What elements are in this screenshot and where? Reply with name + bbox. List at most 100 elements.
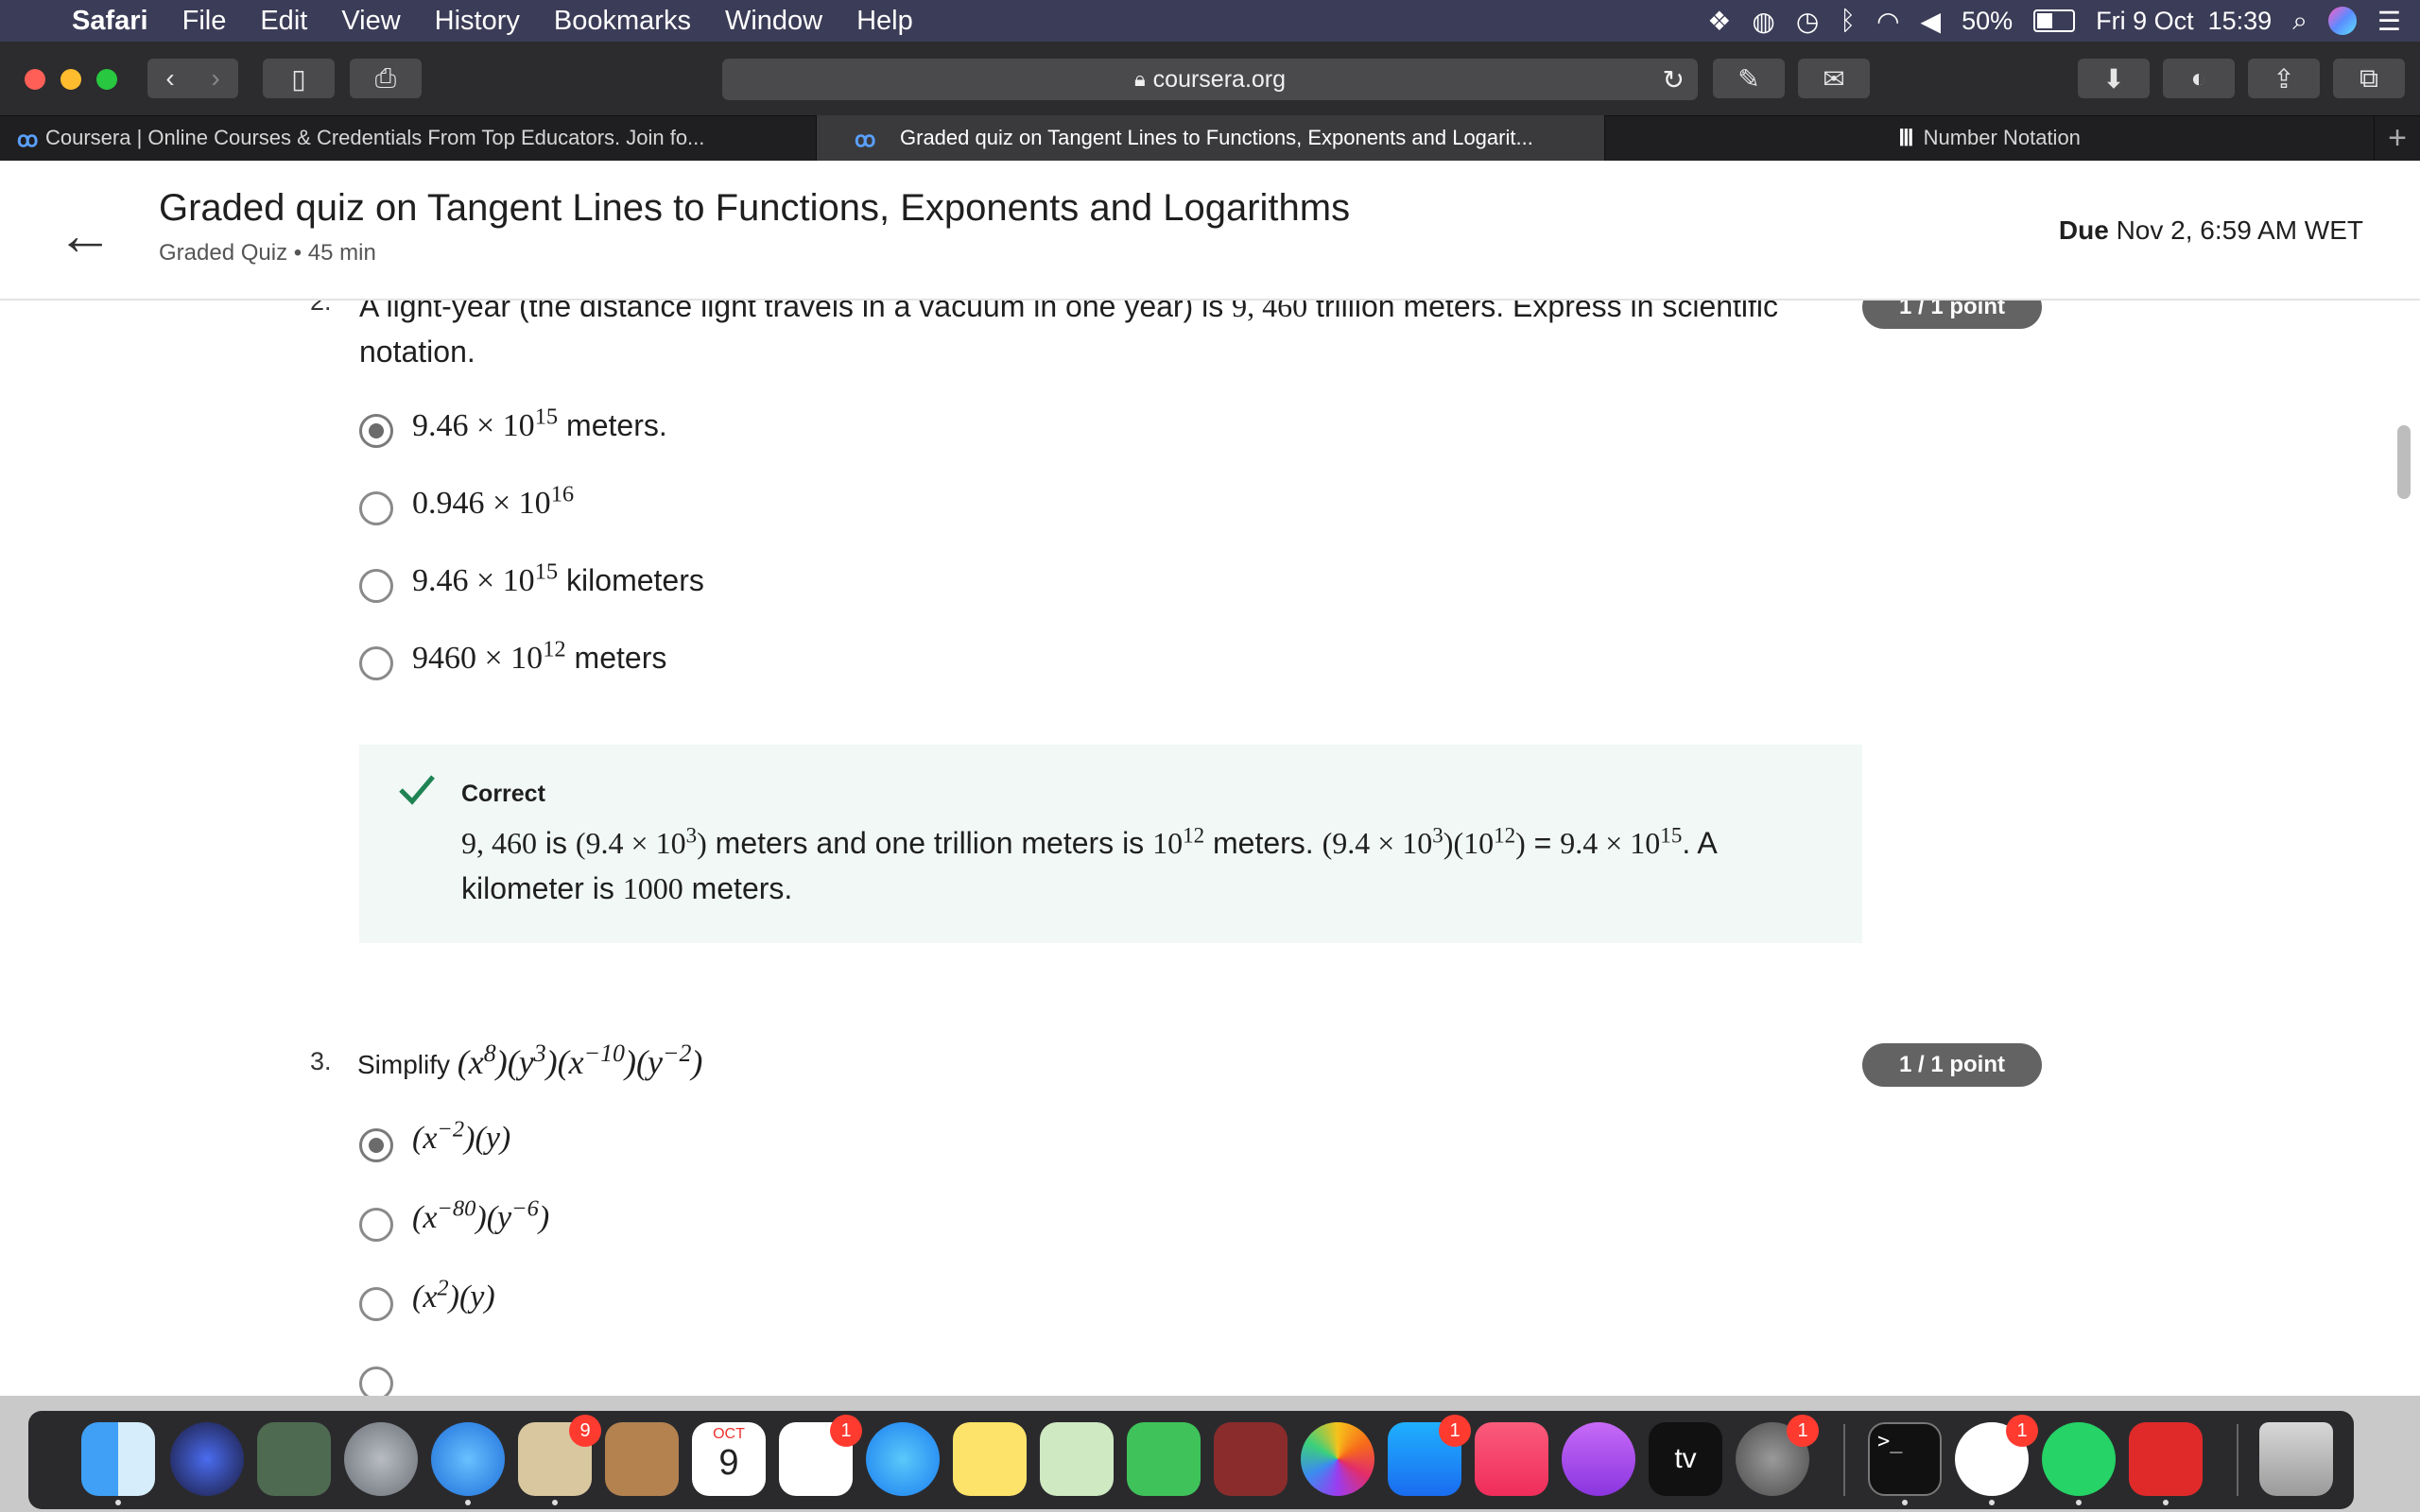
menu-file[interactable]: File — [182, 6, 227, 37]
page-scrollbar-thumb[interactable] — [2397, 425, 2411, 499]
sidebar-toggle-button[interactable]: ▯ — [263, 59, 335, 98]
music-icon[interactable] — [1475, 1422, 1548, 1496]
launchpad-icon[interactable] — [344, 1422, 418, 1496]
feedback-text: = — [1525, 826, 1561, 860]
tab-overview-button[interactable]: ⧉ — [2333, 59, 2405, 98]
battery-percent[interactable]: 50% — [1962, 7, 2013, 36]
new-tab-button[interactable]: + — [2375, 115, 2420, 161]
option-radio[interactable] — [359, 491, 393, 525]
privacy-button[interactable]: ◐ — [2163, 59, 2235, 98]
menu-bookmarks[interactable]: Bookmarks — [554, 6, 691, 37]
acrobat-icon[interactable] — [2129, 1422, 2203, 1496]
menu-bar: Safari File Edit View History Bookmarks … — [0, 0, 2420, 42]
photos-icon[interactable] — [1301, 1422, 1374, 1496]
menu-history[interactable]: History — [435, 6, 520, 37]
dock-separator — [2237, 1424, 2238, 1496]
running-indicator — [2076, 1500, 2082, 1505]
option-label[interactable]: 9460 × 1012 meters — [412, 638, 666, 677]
chevron-right-icon[interactable]: › — [193, 63, 238, 94]
option-label[interactable]: (x2)(y) — [412, 1277, 495, 1315]
finder-icon[interactable] — [81, 1422, 155, 1496]
option-label[interactable]: (x−80)(y−6) — [412, 1197, 549, 1236]
globe-icon[interactable]: ◍ — [1752, 6, 1774, 37]
math-expression: (x8)(y3)(x−10)(y−2) — [458, 1041, 703, 1081]
close-window-button[interactable] — [25, 69, 45, 90]
downloads-button[interactable]: ⬇ — [2078, 59, 2150, 98]
option-label[interactable]: (x−2)(y) — [412, 1118, 510, 1157]
option-radio[interactable] — [359, 414, 393, 448]
due-date: Due Nov 2, 6:59 AM WET — [2059, 215, 2363, 246]
option-label[interactable]: 9.46 × 1015 meters. — [412, 405, 667, 444]
math-part: )(y — [625, 1043, 663, 1081]
spotlight-search-icon[interactable]: ⌕ — [2292, 6, 2308, 37]
notes-icon[interactable] — [953, 1422, 1027, 1496]
menu-app-safari[interactable]: Safari — [72, 6, 148, 37]
messages-icon[interactable] — [866, 1422, 940, 1496]
due-value: Nov 2, 6:59 AM WET — [2116, 215, 2363, 245]
question-text: Simplify (x8)(y3)(x−10)(y−2) — [357, 1040, 702, 1088]
calendar-icon[interactable]: OCT 9 — [692, 1422, 766, 1496]
back-arrow-icon[interactable]: ← — [57, 202, 113, 267]
facetime-icon[interactable] — [1127, 1422, 1201, 1496]
math-part: (9.4 × 10 — [1322, 826, 1433, 860]
running-indicator — [2163, 1500, 2169, 1505]
menu-help[interactable]: Help — [856, 6, 913, 37]
address-bar[interactable]: 🔒︎ coursera.org ↻ — [722, 59, 1698, 100]
menu-view[interactable]: View — [341, 6, 400, 37]
whatsapp-icon[interactable] — [2042, 1422, 2116, 1496]
trash-icon[interactable] — [2259, 1422, 2333, 1496]
terminal-icon[interactable]: >_ — [1868, 1422, 1942, 1496]
tab-number-notation[interactable]: Ⅲ Number Notation — [1605, 115, 2375, 161]
time-machine-icon[interactable]: ◷ — [1796, 6, 1819, 37]
markup-button[interactable]: ✎ — [1713, 59, 1785, 98]
menu-window[interactable]: Window — [725, 6, 822, 37]
print-button[interactable]: ⎙ — [350, 59, 422, 98]
option-radio[interactable] — [359, 1128, 393, 1162]
chevron-left-icon[interactable]: ‹ — [147, 63, 193, 94]
option-radio[interactable] — [359, 1208, 393, 1242]
wifi-icon[interactable]: ◠ — [1876, 6, 1899, 37]
quiz-header: ← Graded quiz on Tangent Lines to Functi… — [0, 161, 2420, 301]
tv-label: tv — [1674, 1443, 1697, 1474]
safari-icon[interactable] — [431, 1422, 505, 1496]
option-radio[interactable] — [359, 1366, 393, 1396]
reload-icon[interactable]: ↻ — [1663, 64, 1685, 95]
math-exponent: 3 — [1432, 822, 1443, 848]
mail-button[interactable]: ✉ — [1798, 59, 1870, 98]
math-value: 1000 — [622, 871, 683, 905]
page-title: Graded quiz on Tangent Lines to Function… — [159, 187, 1351, 229]
option-radio[interactable] — [359, 1287, 393, 1321]
siri-app-icon[interactable] — [170, 1422, 244, 1496]
dock: 9 OCT 9 1 1 tv 1 >_ 1 — [0, 1396, 2420, 1512]
option-label[interactable]: 9.46 × 1015 kilometers — [412, 560, 704, 599]
option-radio[interactable] — [359, 569, 393, 603]
volume-icon[interactable]: ◀ — [1921, 6, 1942, 37]
notification-center-icon[interactable]: ☰ — [2377, 6, 2401, 37]
math-part: 10 — [1152, 826, 1184, 860]
feedback-text: meters. — [683, 871, 793, 905]
tab-graded-quiz[interactable]: ꝏ Graded quiz on Tangent Lines to Functi… — [817, 115, 1605, 161]
math-exponent: −80 — [437, 1195, 476, 1222]
share-button[interactable]: ⇪ — [2248, 59, 2320, 98]
option-label[interactable]: 0.946 × 1016 — [412, 483, 574, 522]
clock[interactable]: Fri 9 Oct 15:39 — [2096, 7, 2272, 36]
contacts-icon[interactable] — [605, 1422, 679, 1496]
math-part: (x — [412, 1121, 438, 1156]
tab-coursera-home[interactable]: ꝏ Coursera | Online Courses & Credential… — [0, 115, 817, 161]
feedback-correct: Correct 9, 460 is (9.4 × 103) meters and… — [359, 745, 1862, 943]
battery-icon[interactable] — [2033, 9, 2076, 32]
image-capture-icon[interactable] — [257, 1422, 331, 1496]
bluetooth-icon[interactable]: ᛒ — [1840, 6, 1856, 36]
dropbox-icon[interactable]: ❖ — [1707, 6, 1731, 37]
podcasts-icon[interactable] — [1562, 1422, 1635, 1496]
minimize-window-button[interactable] — [60, 69, 81, 90]
option-radio[interactable] — [359, 646, 393, 680]
photo-booth-icon[interactable] — [1214, 1422, 1288, 1496]
back-forward-buttons[interactable]: ‹ › — [147, 59, 238, 98]
siri-icon[interactable] — [2327, 7, 2357, 35]
apple-tv-icon[interactable]: tv — [1649, 1422, 1722, 1496]
coursera-icon: ꝏ — [17, 128, 39, 151]
menu-edit[interactable]: Edit — [260, 6, 307, 37]
maps-icon[interactable] — [1040, 1422, 1114, 1496]
zoom-window-button[interactable] — [96, 69, 117, 90]
